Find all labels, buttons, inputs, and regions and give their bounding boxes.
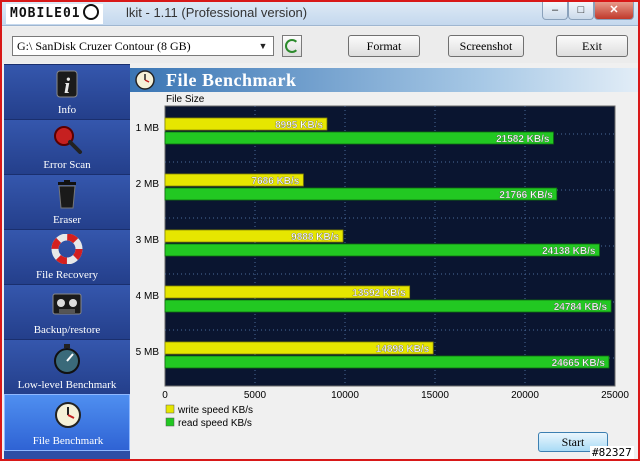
- window-title: lkit - 1.11 (Professional version): [126, 5, 308, 20]
- page-title: File Benchmark: [166, 70, 297, 90]
- x-tick-label: 15000: [421, 390, 449, 401]
- image-stamp: #82327: [590, 446, 634, 459]
- legend-swatch-read: [165, 417, 175, 427]
- bar-value-label: 21766 KB/s: [499, 190, 553, 201]
- sidebar-item-error-scan[interactable]: Error Scan: [4, 119, 130, 174]
- x-tick-label: 0: [162, 390, 168, 401]
- app-window: MOBILE01 lkit - 1.11 (Professional versi…: [0, 0, 640, 461]
- stopwatch-icon: [54, 344, 80, 374]
- watermark-logo: MOBILE01: [6, 4, 103, 24]
- minimize-button[interactable]: –: [542, 2, 568, 20]
- bar-value-label: 24138 KB/s: [542, 246, 596, 257]
- info-icon: i: [56, 70, 78, 98]
- x-tick-label: 10000: [331, 390, 359, 401]
- bar-read: [164, 243, 600, 257]
- lifebuoy-icon: [51, 234, 83, 264]
- format-button[interactable]: Format: [348, 35, 420, 57]
- refresh-icon: [285, 39, 299, 53]
- y-tick-label: 2 MB: [136, 179, 160, 190]
- y-tick-label: 4 MB: [136, 291, 160, 302]
- sidebar-item-file-benchmark[interactable]: File Benchmark: [4, 394, 130, 451]
- legend-swatch-write: [165, 404, 175, 414]
- y-tick-label: 1 MB: [136, 123, 160, 134]
- y-tick-label: 5 MB: [136, 347, 160, 358]
- bar-value-label: 8995 KB/s: [275, 120, 323, 131]
- y-tick-label: 3 MB: [136, 235, 160, 246]
- sidebar-item-backup-restore[interactable]: Backup/restore: [4, 284, 130, 339]
- bar-value-label: 24784 KB/s: [554, 302, 608, 313]
- sidebar-item-label: File Recovery: [35, 269, 98, 281]
- bar-value-label: 13592 KB/s: [352, 288, 406, 299]
- svg-text:i: i: [64, 73, 71, 98]
- legend-label-read: read speed KB/s: [178, 418, 252, 429]
- benchmark-chart: File Size 8995 KB/s 21582 KB/s 7686 KB/s 21…: [136, 94, 630, 429]
- tape-icon: [52, 293, 82, 315]
- sidebar-item-label: Low-level Benchmark: [17, 379, 117, 391]
- title-bar: MOBILE01 lkit - 1.11 (Professional versi…: [2, 2, 638, 26]
- panel-header: File Benchmark: [130, 68, 638, 92]
- exit-button[interactable]: Exit: [556, 35, 628, 57]
- sidebar-item-info[interactable]: i Info: [4, 64, 130, 119]
- drive-select[interactable]: G:\ SanDisk Cruzer Contour (8 GB) ▼: [12, 36, 274, 56]
- x-tick-label: 5000: [244, 390, 267, 401]
- drive-select-value: G:\ SanDisk Cruzer Contour (8 GB): [17, 39, 191, 53]
- magnifier-icon: [54, 126, 82, 154]
- x-axis: 0 5000 10000 15000 20000 25000: [162, 390, 629, 401]
- trash-icon: [58, 180, 76, 209]
- toolbar: G:\ SanDisk Cruzer Contour (8 GB) ▼ Form…: [2, 27, 638, 63]
- sidebar-item-eraser[interactable]: Eraser: [4, 174, 130, 229]
- bar-value-label: 14898 KB/s: [376, 344, 430, 355]
- sidebar-item-low-level-benchmark[interactable]: Low-level Benchmark: [4, 339, 130, 394]
- watermark-text: MOBILE01: [10, 6, 81, 21]
- refresh-button[interactable]: [282, 35, 302, 57]
- sidebar: i Info Error Scan Eraser File Recovery B…: [4, 64, 130, 459]
- bar-value-label: 9888 KB/s: [291, 232, 339, 243]
- sidebar-item-file-recovery[interactable]: File Recovery: [4, 229, 130, 284]
- sidebar-item-label: Error Scan: [43, 159, 91, 171]
- y-axis-title: File Size: [166, 94, 205, 105]
- bar-value-label: 21582 KB/s: [496, 134, 550, 145]
- chevron-down-icon[interactable]: ▼: [255, 38, 271, 54]
- bar-read: [164, 355, 610, 369]
- legend-label-write: write speed KB/s: [177, 405, 253, 416]
- sidebar-item-label: Info: [57, 104, 77, 116]
- sidebar-item-label: Eraser: [52, 214, 82, 226]
- clock-icon: [55, 402, 81, 428]
- main-panel: File Benchmark File Size 8995 KB/s 21582 …: [130, 64, 638, 459]
- bar-value-label: 7686 KB/s: [252, 176, 300, 187]
- x-tick-label: 20000: [511, 390, 539, 401]
- maximize-button[interactable]: □: [568, 2, 594, 20]
- sidebar-item-label: Backup/restore: [33, 324, 101, 336]
- clock-icon: [135, 70, 155, 90]
- watermark-icon: [82, 4, 99, 20]
- y-axis: 1 MB 2 MB 3 MB 4 MB 5 MB: [136, 123, 160, 358]
- screenshot-button[interactable]: Screenshot: [448, 35, 524, 57]
- legend: write speed KB/s read speed KB/s: [165, 404, 253, 429]
- x-tick-label: 25000: [601, 390, 629, 401]
- close-button[interactable]: ✕: [594, 2, 634, 20]
- bar-read: [164, 299, 612, 313]
- sidebar-item-label: File Benchmark: [32, 435, 104, 447]
- bar-value-label: 24665 KB/s: [552, 358, 606, 369]
- bar-read: [164, 187, 558, 201]
